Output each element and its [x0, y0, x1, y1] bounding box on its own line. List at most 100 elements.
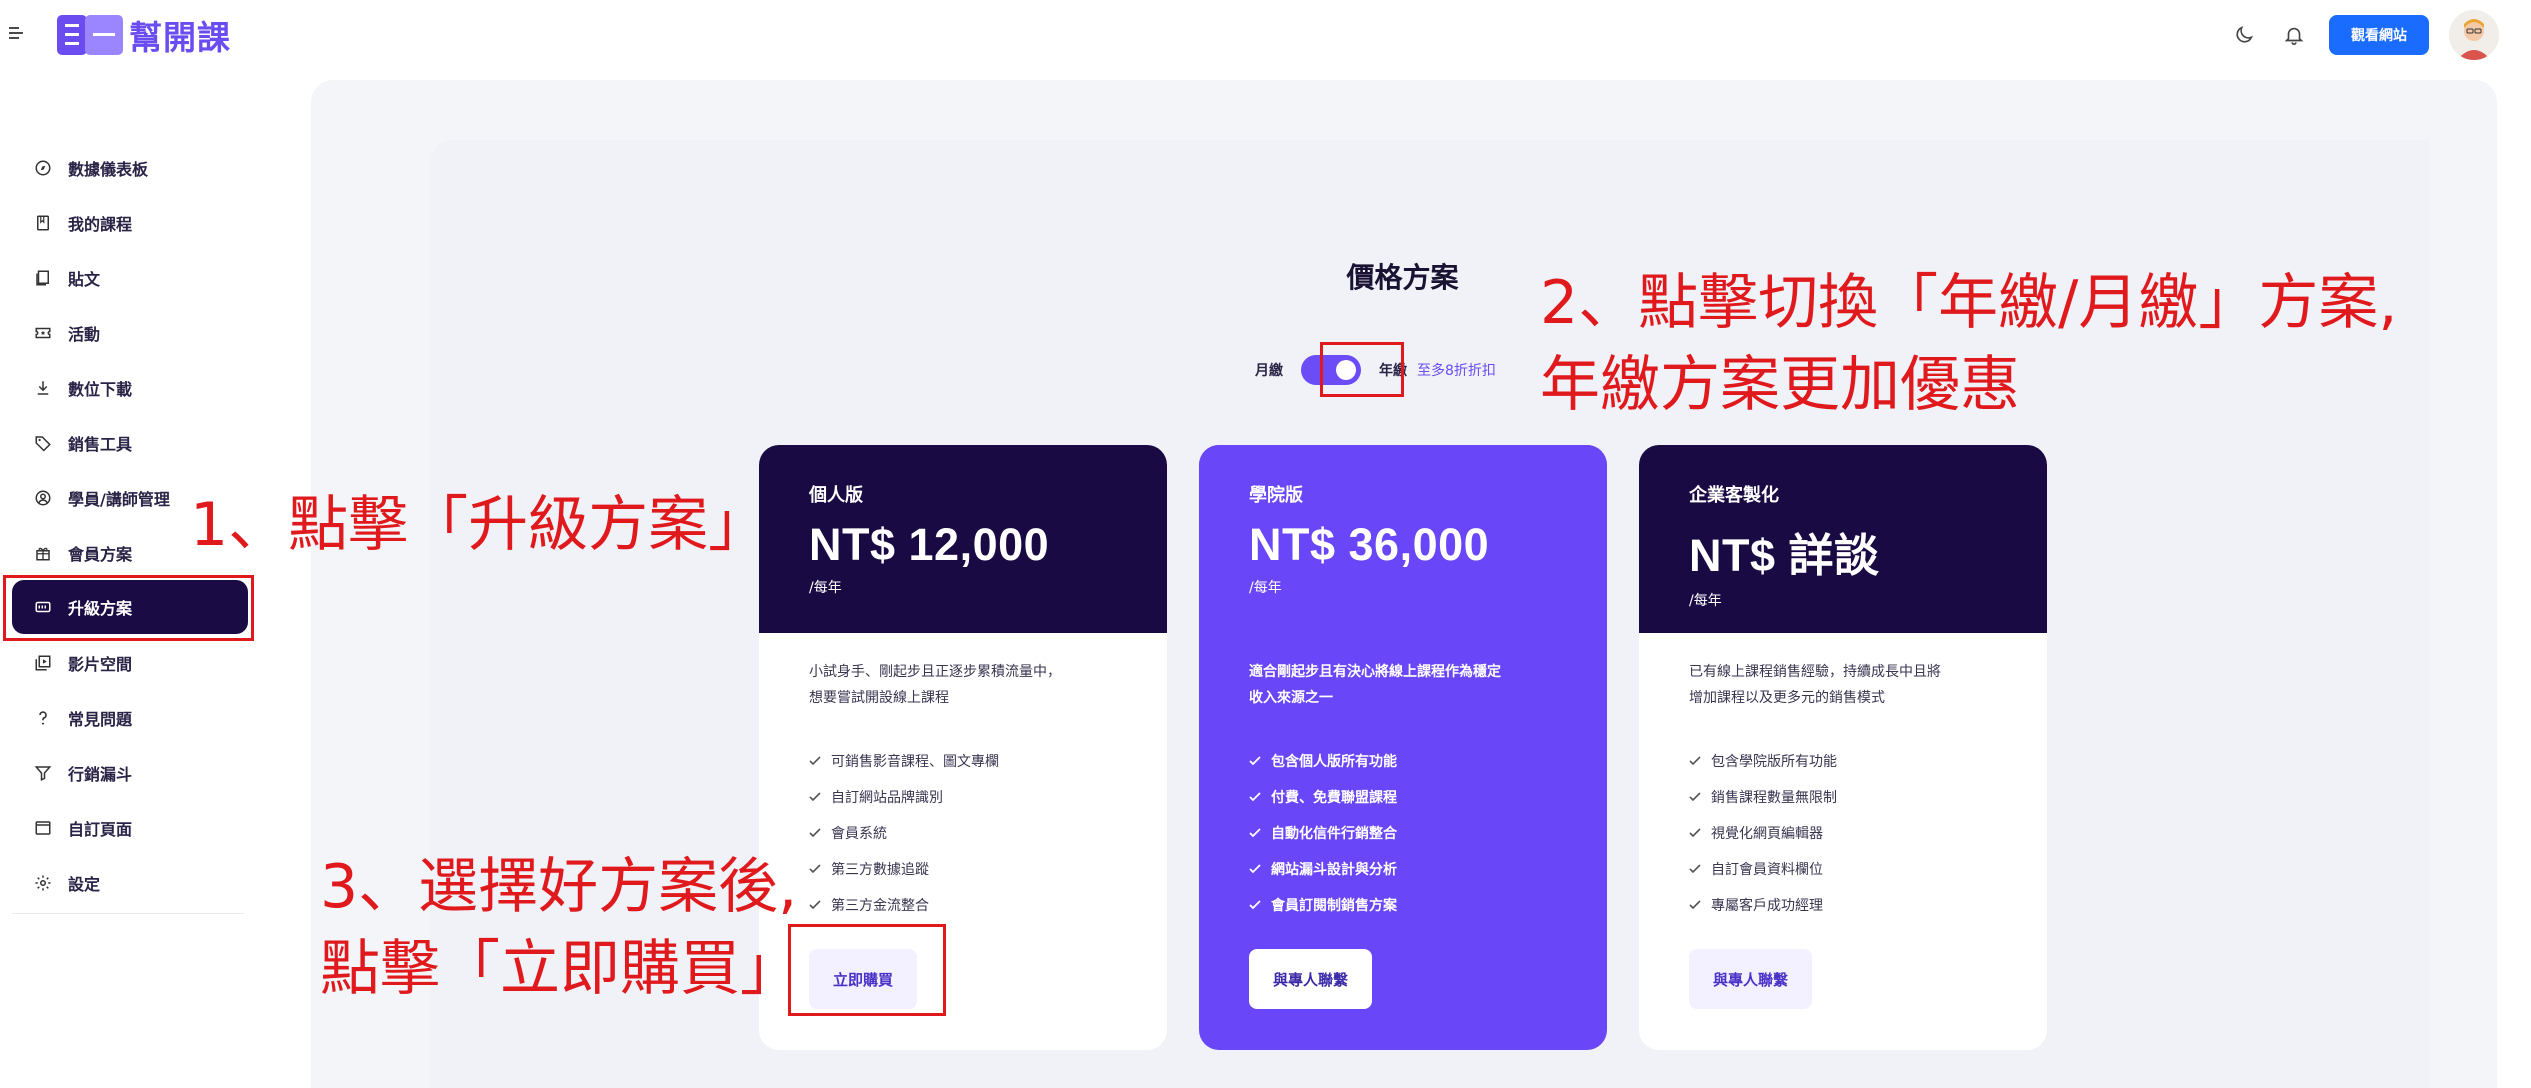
check-icon — [1689, 900, 1701, 910]
sidebar-item-faq[interactable]: 常見問題 — [12, 690, 246, 745]
logo[interactable]: 幫開課 — [55, 12, 231, 58]
feature-list: 可銷售影音課程、圖文專欄 自訂網站品牌識別 會員系統 第三方數據追蹤 第三方金流… — [809, 743, 1117, 923]
sidebar-item-video-space[interactable]: 影片空間 — [12, 635, 246, 690]
sidebar-item-label: 自訂頁面 — [68, 819, 133, 839]
plan-period: /每年 — [809, 580, 842, 596]
page-icon — [32, 817, 54, 839]
gear-icon — [32, 872, 54, 894]
annotation-step3-line1: 3、選擇好方案後, — [320, 852, 798, 922]
sidebar-item-label: 數位下載 — [68, 379, 133, 399]
plan-period: /每年 — [1689, 593, 1722, 609]
contact-sales-button[interactable]: 與專人聯繫 — [1689, 949, 1813, 1009]
check-icon — [809, 756, 821, 766]
plan-period: /每年 — [1249, 580, 1282, 596]
feature-item: 自訂網站品牌識別 — [809, 779, 1117, 815]
sidebar-item-settings[interactable]: 設定 — [12, 855, 246, 910]
contact-sales-button[interactable]: 與專人聯繫 — [1249, 949, 1373, 1009]
sidebar-item-marketing-funnel[interactable]: 行銷漏斗 — [12, 745, 246, 800]
sidebar-item-sales-tools[interactable]: 銷售工具 — [12, 415, 246, 470]
feature-item: 會員訂閱制銷售方案 — [1249, 887, 1557, 923]
plan-description: 小試身手、剛起步且正逐步累積流量中， 想要嘗試開設線上課程 — [809, 659, 1117, 737]
sidebar-item-label: 行銷漏斗 — [68, 764, 133, 784]
highlight-box-upgrade — [3, 575, 254, 641]
sidebar-item-label: 學員/講師管理 — [68, 489, 170, 509]
feature-item: 第三方金流整合 — [809, 887, 1117, 923]
sidebar-item-events[interactable]: 活動 — [12, 305, 246, 360]
sidebar-item-dashboard[interactable]: 數據儀表板 — [12, 140, 246, 195]
feature-item: 自動化信件行銷整合 — [1249, 815, 1557, 851]
feature-item: 專屬客戶成功經理 — [1689, 887, 1997, 923]
plan-description-line: 收入來源之一 — [1249, 690, 1333, 706]
feature-list: 包含個人版所有功能 付費、免費聯盟課程 自動化信件行銷整合 網站漏斗設計與分析 … — [1249, 743, 1557, 923]
annotation-step1: 1、點擊「升級方案」 — [190, 490, 769, 560]
plan-name: 企業客製化 — [1689, 485, 1779, 506]
sidebar-item-my-courses[interactable]: 我的課程 — [12, 195, 246, 250]
logo-text: 幫開課 — [129, 18, 231, 57]
sidebar-item-custom-pages[interactable]: 自訂頁面 — [12, 800, 246, 855]
plan-card-header: 企業客製化 NT$ 詳談 /每年 — [1639, 445, 2047, 633]
sidebar-item-label: 會員方案 — [68, 544, 133, 564]
annotation-step2-line1: 2、點擊切換「年繳/月繳」方案, — [1540, 268, 2398, 338]
plan-price: NT$ 12,000 — [809, 519, 1050, 570]
ticket-icon — [32, 322, 54, 344]
feature-item: 付費、免費聯盟課程 — [1249, 779, 1557, 815]
sidebar-item-label: 數據儀表板 — [68, 159, 149, 179]
dark-mode-moon-icon[interactable] — [2229, 20, 2259, 50]
sidebar-item-posts[interactable]: 貼文 — [12, 250, 246, 305]
sidebar-item-digital-downloads[interactable]: 數位下載 — [12, 360, 246, 415]
feature-item: 包含個人版所有功能 — [1249, 743, 1557, 779]
plan-name: 學院版 — [1249, 485, 1303, 506]
annotation-step3-line2: 點擊「立即購買」 — [320, 934, 800, 1004]
logo-mark-icon — [55, 12, 125, 58]
feature-item: 視覺化網頁編輯器 — [1689, 815, 1997, 851]
feature-item: 網站漏斗設計與分析 — [1249, 851, 1557, 887]
sidebar-item-label: 常見問題 — [68, 709, 133, 729]
check-icon — [1249, 792, 1261, 802]
feature-item: 可銷售影音課程、圖文專欄 — [809, 743, 1117, 779]
question-icon — [32, 707, 54, 729]
plan-description-line: 已有線上課程銷售經驗，持續成長中且將 — [1689, 664, 1941, 680]
highlight-box-toggle — [1320, 342, 1404, 397]
check-icon — [1249, 900, 1261, 910]
feature-item: 包含學院版所有功能 — [1689, 743, 1997, 779]
check-icon — [809, 792, 821, 802]
sidebar-divider — [12, 913, 244, 914]
video-library-icon — [32, 652, 54, 674]
plan-description-line: 增加課程以及更多元的銷售模式 — [1689, 690, 1885, 706]
plan-price: NT$ 詳談 — [1689, 530, 1880, 581]
check-icon — [1689, 828, 1701, 838]
check-icon — [1249, 756, 1261, 766]
gift-icon — [32, 542, 54, 564]
menu-icon[interactable] — [9, 27, 27, 43]
user-circle-icon — [32, 487, 54, 509]
plan-card-header: 學院版 NT$ 36,000 /每年 — [1199, 445, 1607, 633]
feature-item: 自訂會員資料欄位 — [1689, 851, 1997, 887]
monthly-label[interactable]: 月繳 — [1255, 360, 1283, 380]
feature-item: 第三方數據追蹤 — [809, 851, 1117, 887]
sidebar-item-label: 貼文 — [68, 269, 101, 289]
check-icon — [809, 900, 821, 910]
download-icon — [32, 377, 54, 399]
plan-description-line: 適合剛起步且有決心將線上課程作為穩定 — [1249, 664, 1501, 680]
avatar[interactable] — [2449, 10, 2499, 60]
check-icon — [1689, 864, 1701, 874]
sidebar-item-label: 設定 — [68, 874, 101, 894]
highlight-box-buy — [788, 924, 946, 1016]
plan-description: 已有線上課程銷售經驗，持續成長中且將 增加課程以及更多元的銷售模式 — [1689, 659, 1997, 737]
plan-name: 個人版 — [809, 485, 863, 506]
check-icon — [1689, 792, 1701, 802]
plan-description-line: 小試身手、剛起步且正逐步累積流量中， — [809, 664, 1061, 680]
tag-icon — [32, 432, 54, 454]
check-icon — [1249, 828, 1261, 838]
check-icon — [1249, 864, 1261, 874]
plan-description-line: 想要嘗試開設線上課程 — [809, 690, 949, 706]
plan-card-academy: 學院版 NT$ 36,000 /每年 適合剛起步且有決心將線上課程作為穩定 收入… — [1199, 445, 1607, 1050]
feature-item: 會員系統 — [809, 815, 1117, 851]
sidebar-item-label: 活動 — [68, 324, 101, 344]
notification-bell-icon[interactable] — [2279, 20, 2309, 50]
check-icon — [809, 864, 821, 874]
feature-list: 包含學院版所有功能 銷售課程數量無限制 視覺化網頁編輯器 自訂會員資料欄位 專屬… — [1689, 743, 1997, 923]
plan-card-enterprise: 企業客製化 NT$ 詳談 /每年 已有線上課程銷售經驗，持續成長中且將 增加課程… — [1639, 445, 2047, 1050]
sidebar-item-label: 銷售工具 — [68, 434, 133, 454]
view-site-button[interactable]: 觀看網站 — [2329, 15, 2429, 55]
